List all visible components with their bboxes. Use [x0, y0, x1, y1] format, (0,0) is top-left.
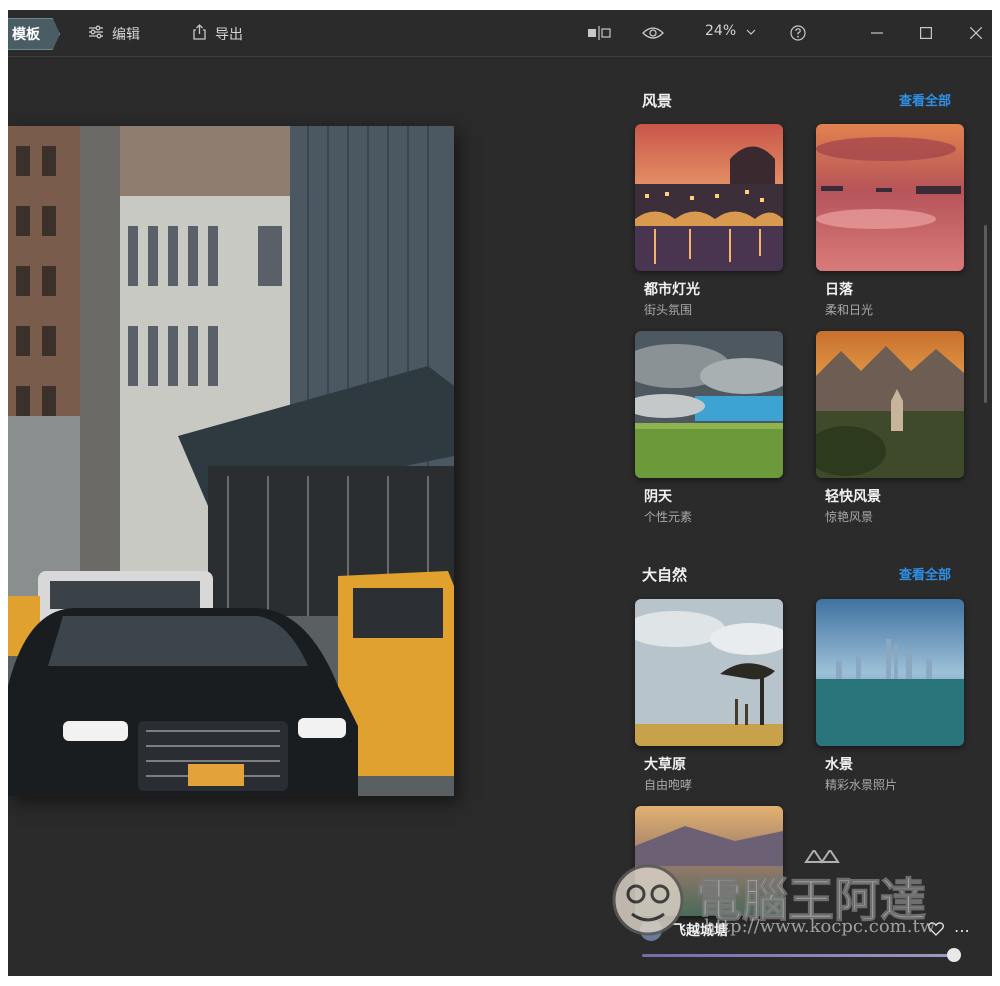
template-card-bright-landscape[interactable]: 轻快风景 惊艳风景: [816, 331, 964, 525]
photo-preview[interactable]: [8, 126, 454, 796]
tab-template[interactable]: 模板: [8, 18, 60, 50]
thumbnail-sunset: [816, 124, 964, 271]
card-title: 日落: [825, 282, 853, 298]
card-subtitle: 惊艳风景: [825, 510, 874, 524]
card-subtitle: 个性元素: [644, 510, 693, 524]
toolbar: 模板 编辑 导出 24%: [8, 10, 992, 57]
minimize-icon[interactable]: [869, 23, 885, 43]
eye-icon[interactable]: [641, 23, 665, 43]
thumbnail-overcast: [635, 331, 783, 478]
zoom-dropdown[interactable]: 24%: [705, 23, 756, 39]
tab-template-label: 模板: [12, 27, 40, 43]
card-title: 轻快风景: [825, 489, 881, 505]
template-card-waterscape[interactable]: 水景 精彩水景照片: [816, 599, 964, 793]
zoom-value: 24%: [705, 23, 737, 39]
template-card-city-lights[interactable]: 都市灯光 街头氛围: [635, 124, 783, 318]
template-card-overcast[interactable]: 阴天 个性元素: [635, 331, 783, 525]
watermark-logo: 電腦王阿達: [606, 848, 986, 960]
panel-scrollbar[interactable]: [984, 225, 987, 403]
thumbnail-savanna: [635, 599, 783, 746]
tab-edit[interactable]: 编辑: [88, 24, 140, 44]
thumbnail-city-lights: [635, 124, 783, 271]
thumbnail-waterscape: [816, 599, 964, 746]
maximize-icon[interactable]: [918, 23, 934, 43]
card-title: 都市灯光: [644, 282, 700, 298]
help-icon[interactable]: [788, 23, 808, 43]
template-card-sunset[interactable]: 日落 柔和日光: [816, 124, 964, 318]
thumbnail-bright-landscape: [816, 331, 964, 478]
tab-edit-label: 编辑: [112, 27, 140, 43]
app-window: 模板 编辑 导出 24% 风景 查看全部 都市灯光 街头氛围 日落 柔和日光 阴…: [8, 10, 992, 976]
card-title: 大草原: [644, 757, 686, 773]
card-title: 阴天: [644, 489, 672, 505]
section-title-nature: 大自然: [642, 566, 688, 584]
card-subtitle: 自由咆哮: [644, 778, 693, 792]
card-subtitle: 街头氛围: [644, 303, 693, 317]
sliders-icon: [88, 25, 104, 43]
chevron-down-icon: [746, 23, 756, 39]
export-icon: [192, 24, 207, 44]
template-card-savanna[interactable]: 大草原 自由咆哮: [635, 599, 783, 793]
template-panel: 风景 查看全部 都市灯光 街头氛围 日落 柔和日光 阴天 个性元素 轻快风景 惊…: [620, 70, 992, 976]
tab-export[interactable]: 导出: [192, 24, 243, 44]
watermark-url: http://www.kocpc.com.tw: [704, 916, 936, 937]
compare-icon[interactable]: [586, 23, 612, 43]
card-title: 水景: [825, 757, 853, 773]
section-title-landscape: 风景: [642, 92, 673, 110]
close-icon[interactable]: [968, 23, 984, 43]
see-all-landscape-link[interactable]: 查看全部: [899, 90, 951, 109]
card-subtitle: 精彩水景照片: [825, 778, 898, 792]
card-subtitle: 柔和日光: [825, 303, 874, 317]
see-all-nature-link[interactable]: 查看全部: [899, 564, 951, 583]
tab-export-label: 导出: [215, 27, 243, 43]
